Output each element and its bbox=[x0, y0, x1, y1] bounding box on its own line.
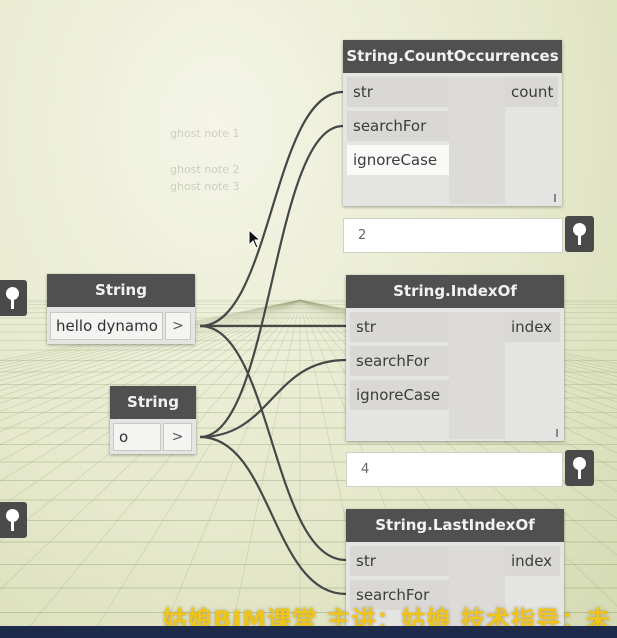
input-port-str[interactable]: str bbox=[350, 312, 449, 342]
node-body bbox=[449, 77, 505, 204]
input-port-searchfor[interactable]: searchFor bbox=[350, 346, 449, 376]
output-port-index[interactable]: index bbox=[505, 546, 560, 576]
input-port-str[interactable]: str bbox=[347, 77, 449, 107]
pin-icon[interactable] bbox=[565, 216, 594, 252]
node-title: String bbox=[110, 386, 196, 419]
pin-icon[interactable] bbox=[0, 280, 27, 316]
string-input-field[interactable]: hello dynamo bbox=[50, 312, 163, 340]
input-port-ignorecase[interactable]: ignoreCase bbox=[350, 380, 449, 410]
input-port-searchfor[interactable]: searchFor bbox=[347, 111, 449, 141]
output-port-arrow[interactable]: > bbox=[163, 423, 192, 451]
input-port-str[interactable]: str bbox=[350, 546, 449, 576]
node-title: String bbox=[47, 274, 195, 307]
taskbar-strip bbox=[0, 626, 617, 638]
preview-bubble: 2 bbox=[343, 218, 563, 253]
output-port-count[interactable]: count bbox=[505, 77, 558, 107]
node-title: String.CountOccurrences bbox=[343, 40, 562, 73]
lacing-indicator bbox=[554, 194, 556, 202]
wire-o-to-count-search bbox=[199, 124, 344, 439]
preview-bubble: 4 bbox=[346, 452, 563, 487]
node-title: String.IndexOf bbox=[346, 275, 564, 308]
lacing-indicator bbox=[556, 429, 558, 437]
node-body bbox=[449, 312, 505, 439]
output-port-index[interactable]: index bbox=[505, 312, 560, 342]
string-input-field[interactable]: o bbox=[113, 423, 161, 451]
node-string-hello-dynamo[interactable]: String hello dynamo > bbox=[47, 274, 195, 344]
pin-icon[interactable] bbox=[0, 502, 27, 538]
node-string-countoccurrences[interactable]: String.CountOccurrences str searchFor ig… bbox=[343, 40, 562, 206]
output-port-arrow[interactable]: > bbox=[165, 312, 191, 340]
node-string-o[interactable]: String o > bbox=[110, 386, 196, 454]
wire-hello-to-count-str bbox=[199, 90, 344, 328]
pin-icon[interactable] bbox=[565, 450, 594, 486]
node-string-indexof[interactable]: String.IndexOf str searchFor ignoreCase … bbox=[346, 275, 564, 441]
mouse-cursor-icon bbox=[248, 229, 262, 249]
dynamo-canvas[interactable]: ghost note 1 ghost note 2 ghost note 3 S… bbox=[0, 0, 617, 638]
input-port-ignorecase[interactable]: ignoreCase bbox=[347, 145, 449, 175]
wire-o-to-lastindexof-search bbox=[199, 435, 347, 596]
node-title: String.LastIndexOf bbox=[346, 509, 564, 542]
